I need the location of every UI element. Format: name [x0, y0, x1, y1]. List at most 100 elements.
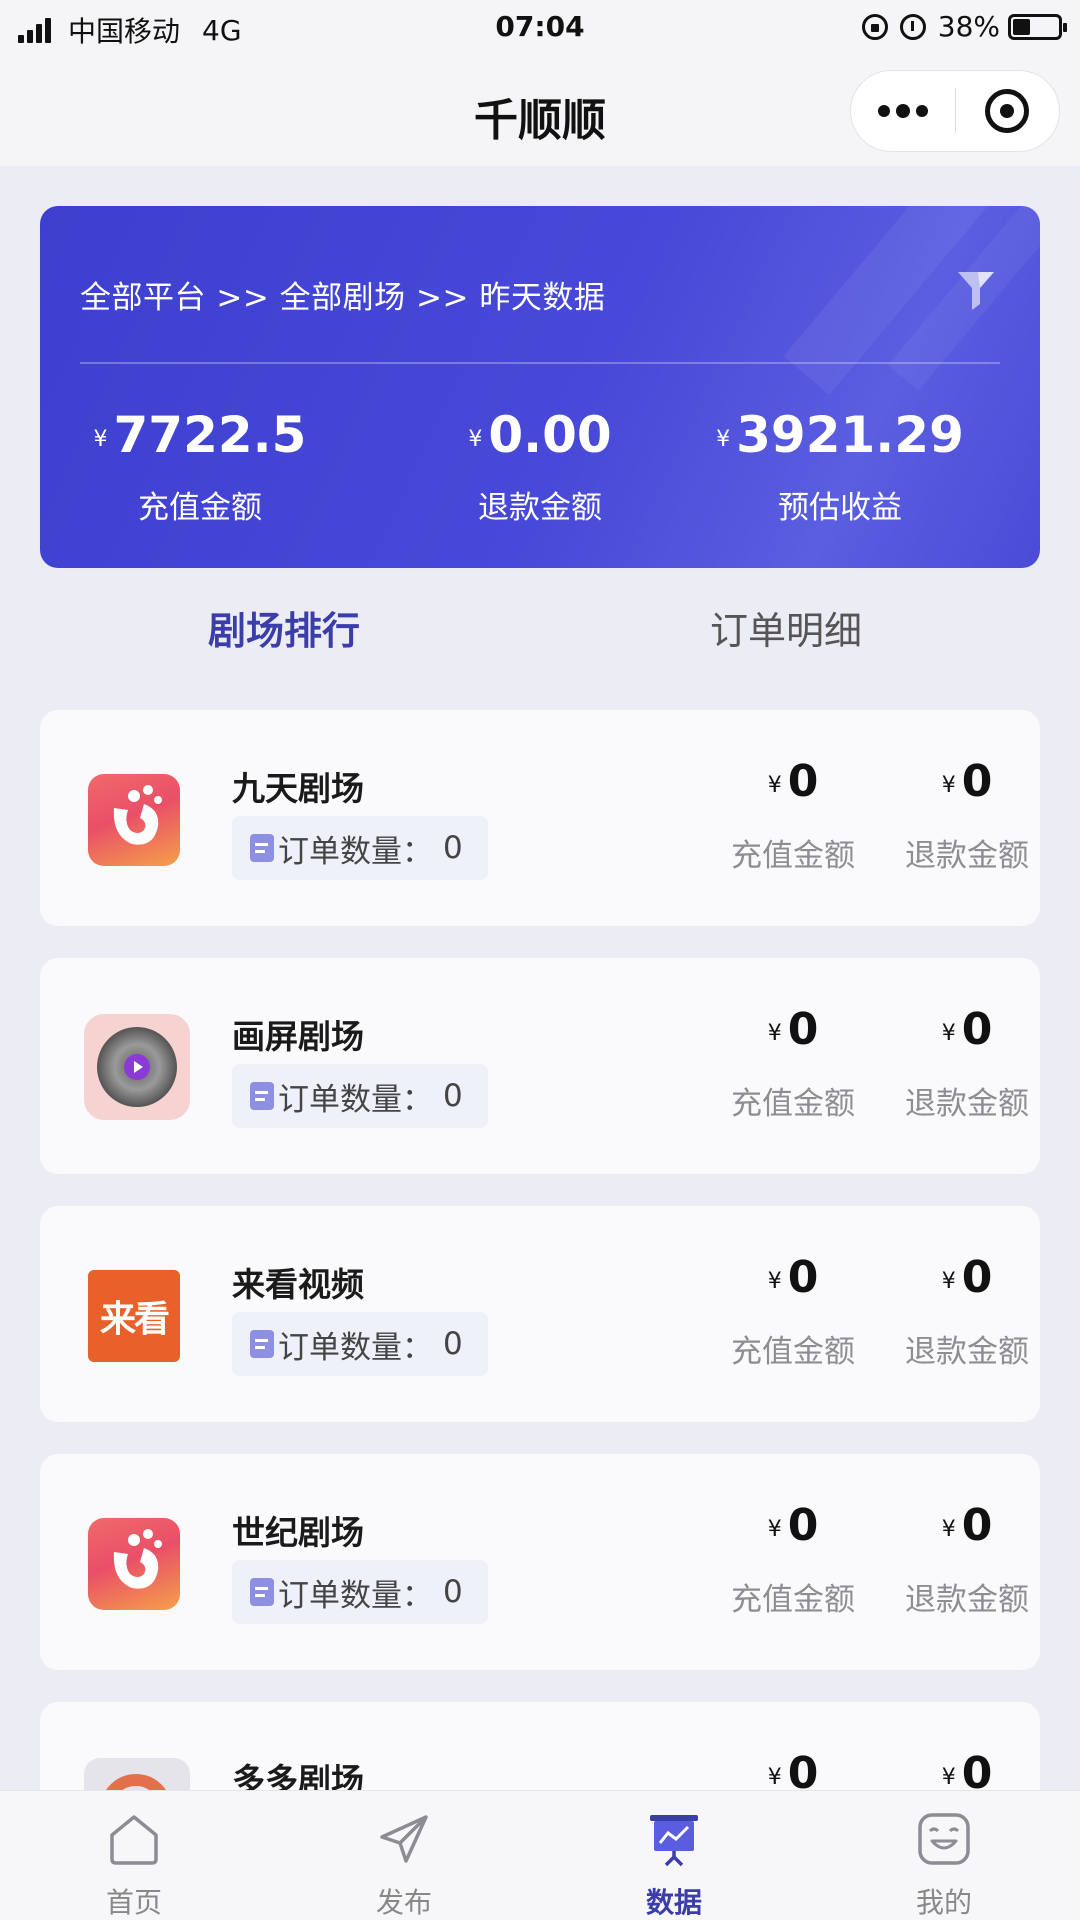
stat-recharge: ¥7722.5 充值金额	[50, 406, 350, 527]
recharge-amount: 0	[787, 756, 819, 807]
currency-symbol: ¥	[767, 1765, 782, 1790]
order-count-value: 0	[443, 1078, 463, 1114]
page: 中国移动 4G 07:04 38% 千顺顺 全部平台 >> 全部剧场 >> 昨天…	[0, 0, 1080, 1920]
order-count-label: 订单数量：	[278, 1577, 433, 1614]
currency-symbol: ¥	[767, 1021, 782, 1046]
refund-value: ¥0	[892, 756, 1042, 807]
refund-value: ¥0	[892, 1004, 1042, 1055]
red-play-logo	[88, 774, 180, 866]
order-count-value: 0	[443, 1574, 463, 1610]
chart-board-icon	[650, 1815, 698, 1867]
theater-name: 世纪剧场	[232, 1513, 364, 1552]
refund-value: ¥0	[892, 1500, 1042, 1551]
refund-label: 退款金额	[905, 1334, 1029, 1370]
currency-symbol: ¥	[468, 427, 483, 452]
order-count-label: 订单数量：	[278, 833, 433, 870]
order-count-chip: 订单数量： 0	[232, 1064, 488, 1128]
refund-value: ¥0	[892, 1252, 1042, 1303]
close-mini-program-button[interactable]	[956, 71, 1060, 151]
refund-label: 退款金额	[905, 1582, 1029, 1618]
currency-symbol: ¥	[716, 427, 731, 452]
nav-bar: 千顺顺	[0, 56, 1080, 166]
tab-data[interactable]: 数据	[604, 1809, 744, 1920]
tab-publish[interactable]: 发布	[334, 1809, 474, 1920]
tab-order-details[interactable]: 订单明细	[710, 600, 862, 655]
refund-amount: 0.00	[488, 406, 612, 464]
currency-symbol: ¥	[767, 1517, 782, 1542]
recharge-label: 充值金额	[731, 1582, 855, 1618]
red-play-logo	[88, 1518, 180, 1610]
home-icon	[110, 1815, 158, 1865]
tab-home[interactable]: 首页	[64, 1809, 204, 1920]
laikan-logo: 来看	[88, 1270, 180, 1362]
recharge-amount: 7722.5	[113, 406, 307, 464]
tab-label: 发布	[375, 1886, 432, 1919]
stat-label: 预估收益	[778, 490, 902, 526]
currency-symbol: ¥	[941, 1269, 956, 1294]
more-button[interactable]	[851, 71, 955, 151]
tab-label: 首页	[105, 1886, 162, 1919]
list-item[interactable]: 九天剧场 订单数量： 0 ¥0 充值金额 ¥0 退款金额	[40, 710, 1040, 926]
recharge-value: ¥0	[718, 1004, 868, 1055]
more-dots-icon	[877, 105, 890, 117]
status-bar: 中国移动 4G 07:04 38%	[0, 0, 1080, 56]
rotation-lock-icon	[861, 13, 888, 40]
order-count-label: 订单数量：	[278, 1081, 433, 1118]
currency-symbol: ¥	[941, 1765, 956, 1790]
tab-mine[interactable]: 我的	[874, 1809, 1014, 1920]
order-count-chip: 订单数量： 0	[232, 1312, 488, 1376]
refund-label: 退款金额	[905, 1086, 1029, 1122]
order-count-label: 订单数量：	[278, 1329, 433, 1366]
recharge-label: 充值金额	[731, 1334, 855, 1370]
recharge-value: ¥0	[718, 1252, 868, 1303]
order-count-chip: 订单数量： 0	[232, 816, 488, 880]
alarm-icon	[899, 13, 926, 40]
refund-amount: 0	[961, 1004, 993, 1055]
earnings-amount: 3921.29	[736, 406, 964, 464]
recharge-value: ¥0	[718, 1500, 868, 1551]
currency-symbol: ¥	[941, 1021, 956, 1046]
refund-amount: 0	[961, 1500, 993, 1551]
recharge-amount: 0	[787, 1500, 819, 1551]
battery-icon	[1008, 13, 1067, 40]
stat-earnings: ¥3921.29 预估收益	[690, 406, 990, 527]
currency-symbol: ¥	[767, 1269, 782, 1294]
filter-icon[interactable]	[956, 268, 996, 312]
smile-face-icon	[918, 1813, 970, 1865]
breadcrumb[interactable]: 全部平台 >> 全部剧场 >> 昨天数据	[80, 272, 605, 317]
recharge-value: ¥0	[718, 756, 868, 807]
recharge-amount: 0	[787, 1004, 819, 1055]
stat-label: 充值金额	[138, 490, 262, 526]
battery-percent: 38%	[937, 10, 1000, 43]
recharge-amount: 0	[787, 1252, 819, 1303]
document-icon	[250, 1578, 274, 1606]
stat-amount: ¥7722.5	[50, 406, 350, 464]
order-count-chip: 订单数量： 0	[232, 1560, 488, 1624]
tab-label: 我的	[915, 1886, 972, 1919]
currency-symbol: ¥	[93, 427, 108, 452]
mini-program-capsule	[850, 70, 1060, 152]
stat-amount: ¥3921.29	[690, 406, 990, 464]
stat-amount: ¥0.00	[390, 406, 690, 464]
refund-label: 退款金额	[905, 838, 1029, 874]
list-item[interactable]: 世纪剧场 订单数量： 0 ¥0 充值金额 ¥0 退款金额	[40, 1454, 1040, 1670]
order-count-value: 0	[443, 830, 463, 866]
currency-symbol: ¥	[941, 773, 956, 798]
tab-label: 数据	[645, 1886, 702, 1919]
summary-divider	[80, 362, 1000, 364]
tab-theater-ranking[interactable]: 剧场排行	[208, 600, 360, 655]
recharge-label: 充值金额	[731, 838, 855, 874]
stat-refund: ¥0.00 退款金额	[390, 406, 690, 527]
bottom-tab-bar: 首页 发布 数据 我的	[0, 1790, 1080, 1920]
stat-label: 退款金额	[478, 490, 602, 526]
document-icon	[250, 834, 274, 862]
list-item[interactable]: 画屏剧场 订单数量： 0 ¥0 充值金额 ¥0 退款金额	[40, 958, 1040, 1174]
recharge-label: 充值金额	[731, 1086, 855, 1122]
document-icon	[250, 1082, 274, 1110]
theater-name: 来看视频	[232, 1265, 364, 1304]
theater-name: 画屏剧场	[232, 1017, 364, 1056]
list-item[interactable]: 来看 来看视频 订单数量： 0 ¥0 充值金额 ¥0 退款金额	[40, 1206, 1040, 1422]
refund-amount: 0	[961, 1252, 993, 1303]
theater-name: 九天剧场	[232, 769, 364, 808]
send-icon	[380, 1815, 428, 1863]
